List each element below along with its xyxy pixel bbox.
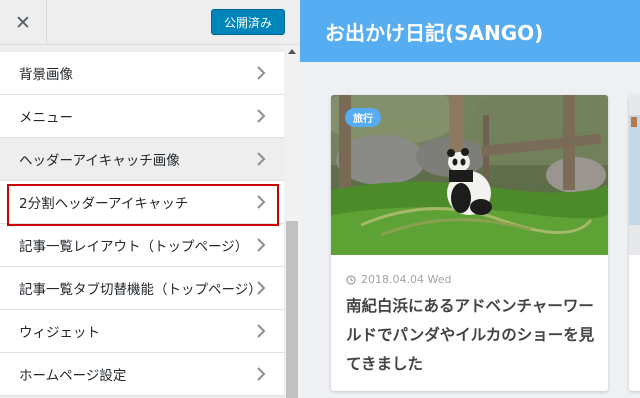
menu-item-label: 記事一覧タブ切替機能（トップページ） bbox=[19, 282, 262, 298]
chevron-right-icon bbox=[256, 151, 266, 167]
scroll-up-arrow-icon[interactable] bbox=[288, 49, 296, 54]
chevron-right-icon bbox=[256, 194, 266, 210]
menu-item-background-image[interactable]: 背景画像 bbox=[0, 52, 284, 95]
post-card-partial[interactable] bbox=[629, 95, 640, 391]
menu-item-menus[interactable]: メニュー bbox=[0, 95, 284, 138]
menu-item-label: 背景画像 bbox=[19, 67, 73, 83]
customizer-menu: 背景画像 メニュー ヘッダーアイキャッチ画像 2分割ヘッダーアイキャッチ 記事一… bbox=[0, 52, 284, 396]
publish-button[interactable]: 公開済み bbox=[211, 9, 285, 35]
post-thumbnail-partial bbox=[629, 95, 640, 255]
menu-item-label: 2分割ヘッダーアイキャッチ bbox=[19, 196, 189, 212]
post-date: 2018.04.04 Wed bbox=[346, 273, 451, 286]
customizer-sidebar: ✕ 公開済み 背景画像 メニュー ヘッダーアイキャッチ画像 2分割ヘッダーアイキ… bbox=[0, 0, 299, 398]
sidebar-header: ✕ 公開済み bbox=[0, 0, 299, 45]
site-preview: お出かけ日記(SANGO) 旅行 2018.04.04 Wed 南紀白浜にあるア… bbox=[300, 0, 640, 398]
chevron-right-icon bbox=[256, 108, 266, 124]
chevron-right-icon bbox=[256, 65, 266, 81]
menu-item-post-list-tabs[interactable]: 記事一覧タブ切替機能（トップページ） bbox=[0, 267, 284, 310]
chevron-right-icon bbox=[256, 366, 266, 382]
chevron-right-icon bbox=[256, 237, 266, 253]
menu-item-post-list-layout[interactable]: 記事一覧レイアウト（トップページ） bbox=[0, 224, 284, 267]
chevron-right-icon bbox=[256, 280, 266, 296]
clock-icon bbox=[346, 274, 356, 285]
sidebar-scroll-area: 背景画像 メニュー ヘッダーアイキャッチ画像 2分割ヘッダーアイキャッチ 記事一… bbox=[0, 45, 299, 398]
menu-item-label: ウィジェット bbox=[19, 325, 100, 341]
site-header: お出かけ日記(SANGO) bbox=[300, 0, 640, 62]
chevron-right-icon bbox=[256, 323, 266, 339]
category-tag[interactable]: 旅行 bbox=[345, 108, 381, 127]
menu-item-label: ホームページ設定 bbox=[19, 368, 127, 384]
menu-item-header-eyecatch[interactable]: ヘッダーアイキャッチ画像 bbox=[0, 138, 284, 181]
close-icon[interactable]: ✕ bbox=[0, 0, 47, 45]
post-title[interactable]: 南紀白浜にあるアドベンチャーワールドでパンダやイルカのショーを見てきました bbox=[346, 292, 598, 379]
menu-item-widgets[interactable]: ウィジェット bbox=[0, 310, 284, 353]
menu-item-label: ヘッダーアイキャッチ画像 bbox=[19, 153, 180, 169]
post-card[interactable]: 旅行 2018.04.04 Wed 南紀白浜にあるアドベンチャーワールドでパンダ… bbox=[331, 95, 608, 391]
menu-item-label: 記事一覧レイアウト（トップページ） bbox=[19, 239, 249, 255]
menu-item-split-header-eyecatch[interactable]: 2分割ヘッダーアイキャッチ bbox=[0, 181, 284, 224]
site-title[interactable]: お出かけ日記(SANGO) bbox=[325, 17, 543, 46]
sidebar-scrollbar[interactable] bbox=[285, 45, 299, 398]
scrollbar-thumb[interactable] bbox=[286, 221, 298, 398]
menu-item-homepage-settings[interactable]: ホームページ設定 bbox=[0, 353, 284, 396]
post-date-text: 2018.04.04 Wed bbox=[361, 273, 452, 286]
menu-item-label: メニュー bbox=[19, 110, 73, 126]
